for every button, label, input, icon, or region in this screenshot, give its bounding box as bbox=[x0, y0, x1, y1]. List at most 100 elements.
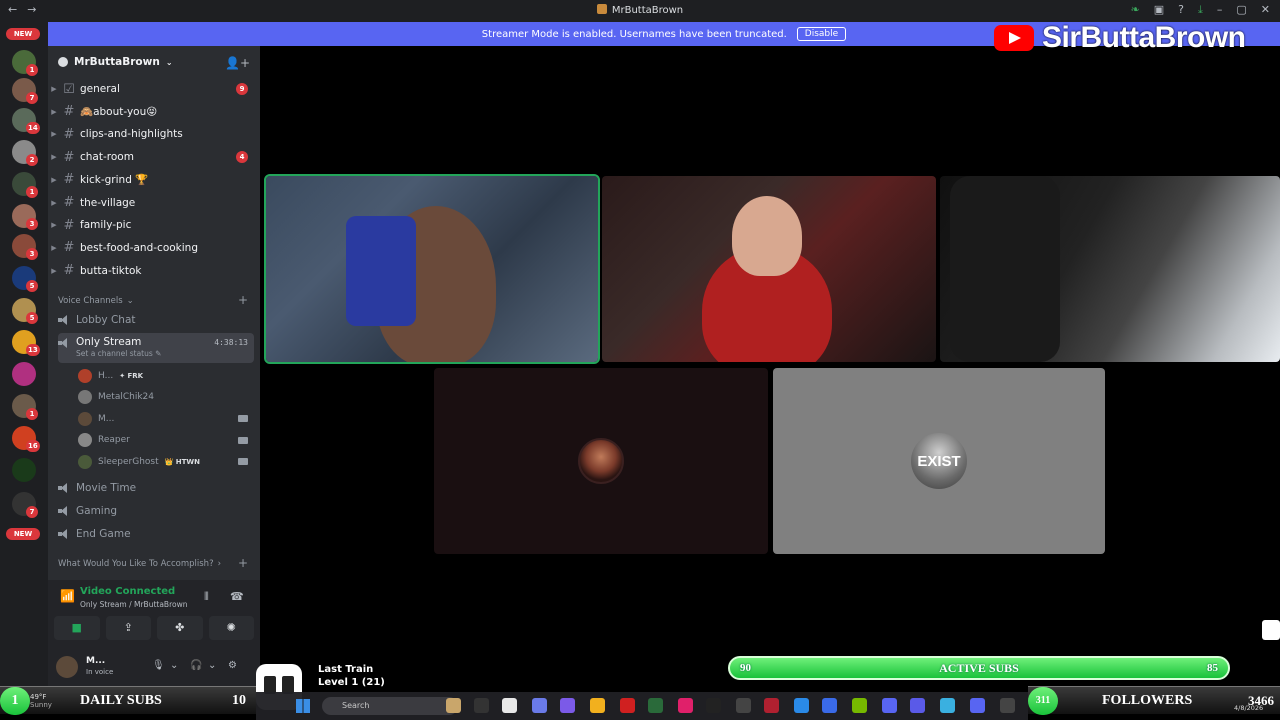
chevron-down-icon: ⌄ bbox=[126, 296, 134, 306]
speaker-icon bbox=[58, 338, 70, 348]
avatar[interactable] bbox=[56, 656, 78, 678]
server-badge: 5 bbox=[26, 312, 38, 324]
noise-suppression-icon[interactable]: ⦀ bbox=[204, 590, 209, 604]
disconnect-icon[interactable]: ☎ bbox=[230, 590, 244, 603]
chevron-right-icon: ▶ bbox=[51, 221, 57, 230]
voice-channel-gaming[interactable]: Gaming bbox=[58, 501, 254, 521]
server-badge: 7 bbox=[26, 506, 38, 518]
chevron-down-icon[interactable]: ⌄ bbox=[170, 660, 178, 671]
video-tile-2[interactable] bbox=[602, 176, 936, 362]
avatar bbox=[78, 433, 92, 448]
text-channel[interactable]: ▶ # butta-tiktok bbox=[48, 261, 260, 281]
voice-member[interactable]: Reaper bbox=[78, 431, 254, 449]
taskbar-app-icon[interactable] bbox=[706, 698, 721, 713]
member-tag: 👑 HTWN bbox=[164, 457, 201, 466]
taskbar-app-icon[interactable] bbox=[678, 698, 693, 713]
taskbar-app-icon[interactable] bbox=[502, 698, 517, 713]
text-channel[interactable]: ▶ # the-village bbox=[48, 193, 260, 213]
help-icon[interactable]: ? bbox=[1178, 3, 1184, 17]
close-icon[interactable]: ✕ bbox=[1261, 3, 1270, 17]
server-name[interactable]: MrButtaBrown ⌄ bbox=[58, 56, 173, 68]
text-channel[interactable]: ▶ # family-pic bbox=[48, 215, 260, 235]
camera-button[interactable]: ■ bbox=[54, 616, 100, 640]
popout-icon[interactable] bbox=[1262, 620, 1280, 640]
video-tile-1[interactable] bbox=[264, 174, 600, 364]
add-user-icon[interactable]: 👤+ bbox=[225, 56, 250, 70]
camera-icon bbox=[238, 415, 248, 423]
voice-member[interactable]: MetalChik24 bbox=[78, 388, 254, 406]
text-channel[interactable]: ▶ # chat-room 4 bbox=[48, 147, 260, 167]
avatar: EXIST bbox=[911, 433, 967, 489]
channel-name: 🙈about-you😝 bbox=[80, 106, 158, 119]
taskbar-app-icon[interactable] bbox=[970, 698, 985, 713]
accomplish-category[interactable]: What Would You Like To Accomplish? › bbox=[58, 559, 221, 569]
server-icon[interactable] bbox=[12, 458, 36, 482]
minimize-icon[interactable]: – bbox=[1217, 3, 1223, 17]
voice-member[interactable]: H... ✦ FRK bbox=[78, 367, 254, 385]
unread-badge: 9 bbox=[236, 83, 248, 95]
voice-category[interactable]: Voice Channels ⌄ bbox=[58, 296, 134, 306]
taskbar-app-icon[interactable] bbox=[532, 698, 547, 713]
windows-start-icon[interactable] bbox=[296, 699, 310, 713]
taskbar-search[interactable]: Search bbox=[322, 697, 458, 715]
video-tile-5[interactable]: EXIST bbox=[773, 368, 1105, 554]
taskbar-app-icon[interactable] bbox=[764, 698, 779, 713]
weather-widget[interactable]: 49°F Sunny bbox=[30, 693, 52, 709]
taskbar-app-icon[interactable] bbox=[446, 698, 461, 713]
unread-badge: 4 bbox=[236, 151, 248, 164]
taskbar-app-icon[interactable] bbox=[940, 698, 955, 713]
chevron-down-icon[interactable]: ⌄ bbox=[208, 660, 216, 671]
text-channel[interactable]: ▶ # best-food-and-cooking bbox=[48, 238, 260, 258]
taskbar-app-icon[interactable] bbox=[648, 698, 663, 713]
channel-name: the-village bbox=[80, 196, 136, 209]
video-tile-4[interactable] bbox=[434, 368, 768, 554]
taskbar-app-icon[interactable] bbox=[474, 698, 489, 713]
voice-channel-end-game[interactable]: End Game bbox=[58, 524, 254, 544]
text-channel[interactable]: ▶ # clips-and-highlights bbox=[48, 124, 260, 144]
maximize-icon[interactable]: ▢ bbox=[1236, 3, 1246, 17]
voice-channel-movie-time[interactable]: Movie Time bbox=[58, 478, 254, 498]
inbox-icon[interactable]: ▣ bbox=[1154, 3, 1164, 17]
voice-channel-path[interactable]: Only Stream / MrButtaBrown bbox=[80, 600, 187, 609]
text-channel[interactable]: ▶ # kick-grind 🏆 bbox=[48, 170, 260, 190]
activities-button[interactable]: ✤ bbox=[157, 616, 203, 640]
settings-gear-icon[interactable]: ⚙ bbox=[228, 660, 237, 671]
taskbar-app-icon[interactable] bbox=[590, 698, 605, 713]
server-badge: 3 bbox=[26, 218, 38, 230]
taskbar-app-icon[interactable] bbox=[1000, 698, 1015, 713]
add-channel-icon[interactable]: + bbox=[238, 556, 248, 570]
nitro-icon[interactable]: ❧ bbox=[1131, 3, 1140, 17]
server-badge: 14 bbox=[26, 122, 40, 134]
member-name: SleeperGhost bbox=[98, 456, 159, 467]
taskbar-app-icon[interactable] bbox=[822, 698, 837, 713]
server-icon[interactable] bbox=[12, 362, 36, 386]
add-channel-icon[interactable]: + bbox=[238, 293, 248, 307]
jacket-shape bbox=[950, 176, 1060, 362]
hash-icon: # bbox=[63, 263, 75, 279]
camera-icon bbox=[238, 458, 248, 466]
text-channel[interactable]: ▶ # 🙈about-you😝 bbox=[48, 102, 260, 122]
voice-member[interactable]: SleeperGhost 👑 HTWN bbox=[78, 453, 254, 471]
taskbar-app-icon[interactable] bbox=[794, 698, 809, 713]
taskbar-app-icon[interactable] bbox=[882, 698, 897, 713]
voice-channel-only-stream[interactable]: Only Stream 4:38:13 Set a channel status… bbox=[58, 333, 254, 363]
user-panel: M... In voice 🎙 ⌄ 🎧 ⌄ ⚙ bbox=[48, 650, 260, 686]
voice-member[interactable]: M... bbox=[78, 410, 254, 428]
disable-button[interactable]: Disable bbox=[796, 27, 847, 41]
chevron-right-icon: ▶ bbox=[51, 243, 57, 252]
taskbar-app-icon[interactable] bbox=[620, 698, 635, 713]
taskbar-app-icon[interactable] bbox=[736, 698, 751, 713]
taskbar-date: 4/8/2026 bbox=[1234, 704, 1264, 712]
channel-status[interactable]: Set a channel status ✎ bbox=[76, 349, 161, 358]
taskbar-app-icon[interactable] bbox=[910, 698, 925, 713]
taskbar-app-icon[interactable] bbox=[852, 698, 867, 713]
microphone-icon[interactable]: 🎙 bbox=[152, 660, 165, 671]
soundboard-button[interactable]: ✺ bbox=[208, 616, 254, 640]
screen-share-button[interactable]: ⇪ bbox=[105, 616, 151, 640]
text-channel[interactable]: ▶ ☑ general 9 bbox=[48, 79, 260, 99]
voice-channel-lobby[interactable]: Lobby Chat bbox=[58, 310, 254, 330]
headphones-icon[interactable]: 🎧 bbox=[190, 660, 202, 671]
download-icon[interactable]: ⤓ bbox=[1198, 3, 1203, 17]
video-tile-3[interactable] bbox=[940, 176, 1280, 362]
taskbar-app-icon[interactable] bbox=[560, 698, 575, 713]
